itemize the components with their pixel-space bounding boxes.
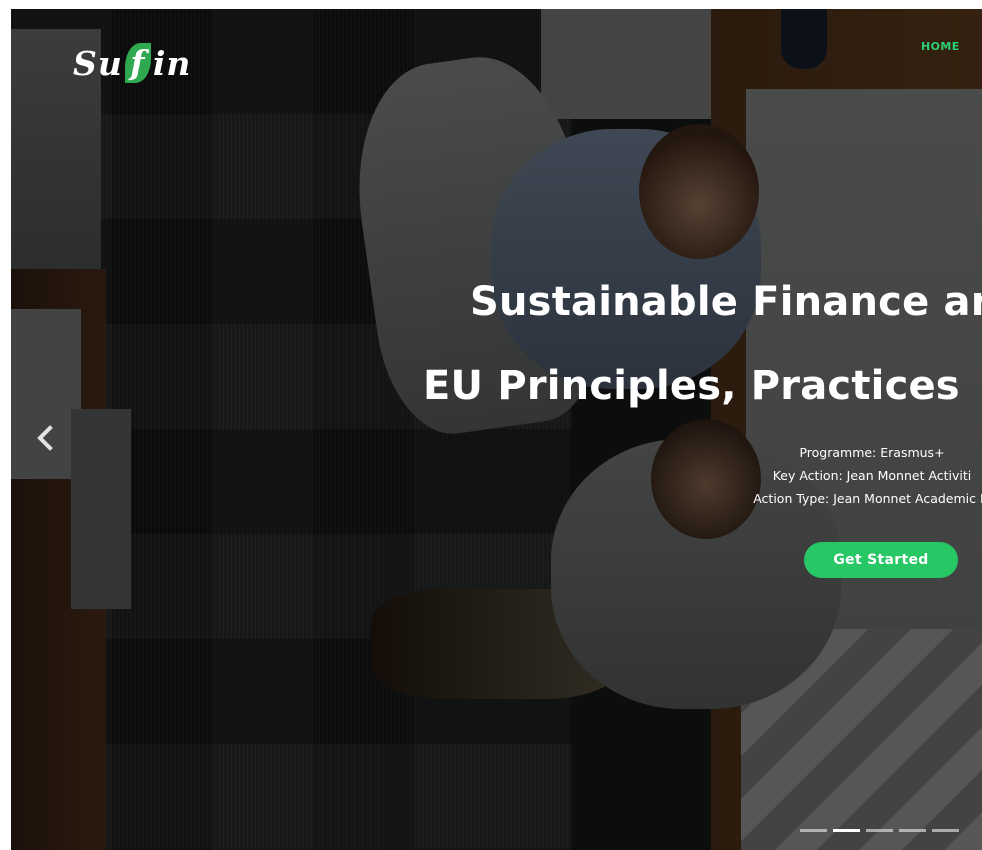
get-started-button[interactable]: Get Started — [804, 542, 958, 578]
programme-line: Programme: Erasmus+ — [799, 445, 945, 460]
chevron-left-icon — [37, 425, 53, 451]
dark-overlay — [11, 9, 982, 850]
logo-text-prefix: Su — [73, 43, 123, 83]
carousel-prev-button[interactable] — [33, 423, 59, 453]
carousel-indicator[interactable] — [899, 829, 926, 832]
carousel-indicators — [800, 829, 959, 832]
carousel-indicator[interactable] — [800, 829, 827, 832]
carousel-indicator[interactable] — [932, 829, 959, 832]
logo-leaf-letter: f — [124, 43, 151, 83]
logo-text-suffix: in — [152, 43, 192, 83]
hero-title: Sustainable Finance ar — [470, 279, 982, 325]
hero-carousel: Su f in HOME Sustainable Finance ar EU Pri… — [11, 9, 982, 850]
key-action-line: Key Action: Jean Monnet Activiti — [772, 468, 972, 483]
site-logo[interactable]: Su f in — [73, 43, 191, 83]
carousel-indicator[interactable] — [833, 829, 860, 832]
nav-home-link[interactable]: HOME — [921, 40, 960, 53]
carousel-indicator[interactable] — [866, 829, 893, 832]
programme-info: Programme: Erasmus+ Key Action: Jean Mon… — [572, 441, 982, 510]
hero-subtitle: EU Principles, Practices — [423, 363, 960, 409]
action-type-line: Action Type: Jean Monnet Academic M — [753, 491, 982, 506]
